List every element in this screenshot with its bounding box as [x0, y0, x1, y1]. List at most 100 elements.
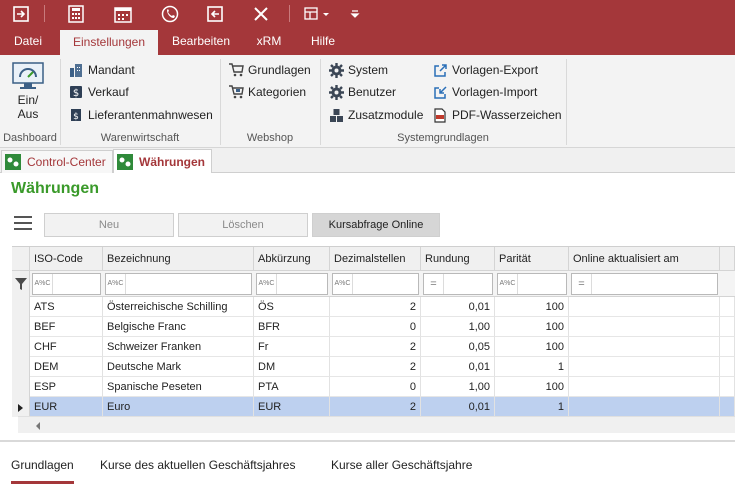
webshop-kategorien-button[interactable]: Kategorien: [228, 82, 306, 102]
rate-query-online-button[interactable]: Kursabfrage Online: [312, 213, 440, 237]
cell-paritaet[interactable]: 100: [495, 337, 569, 357]
cell-abkuerzung[interactable]: PTA: [254, 377, 330, 397]
filter-operator[interactable]: =: [572, 274, 592, 294]
column-header-abkuerzung[interactable]: Abkürzung: [254, 247, 330, 271]
cell-abkuerzung[interactable]: DM: [254, 357, 330, 377]
tab-kurse-aktuelles-geschaeftsjahr[interactable]: Kurse des aktuellen Geschäftsjahres: [100, 458, 295, 472]
cell-abkuerzung[interactable]: BFR: [254, 317, 330, 337]
column-header-paritaet[interactable]: Parität: [495, 247, 569, 271]
cell-iso-code[interactable]: ESP: [30, 377, 103, 397]
calculator-icon[interactable]: [65, 3, 87, 25]
mandant-button[interactable]: Mandant: [68, 60, 135, 80]
dashboard-toggle-button[interactable]: Ein/ Aus: [8, 61, 48, 129]
filter-operator[interactable]: =: [424, 274, 444, 294]
filter-operator[interactable]: A%C: [498, 274, 518, 294]
filter-abkuerzung[interactable]: A%C: [256, 273, 328, 295]
vorlagen-import-button[interactable]: Vorlagen-Import: [432, 82, 537, 102]
benutzer-button[interactable]: Benutzer: [328, 82, 396, 102]
cell-paritaet[interactable]: 1: [495, 397, 569, 417]
cell-rundung[interactable]: 0,05: [421, 337, 495, 357]
tab-datei[interactable]: Datei: [0, 28, 56, 55]
system-button[interactable]: System: [328, 60, 388, 80]
cell-filler: [720, 297, 735, 317]
cell-rundung[interactable]: 0,01: [421, 297, 495, 317]
cell-bezeichnung[interactable]: Spanische Peseten: [103, 377, 254, 397]
cell-iso-code[interactable]: CHF: [30, 337, 103, 357]
back-icon[interactable]: [204, 3, 226, 25]
calendar-icon[interactable]: [112, 3, 134, 25]
filter-paritaet[interactable]: A%C: [497, 273, 567, 295]
filter-rundung[interactable]: =: [423, 273, 493, 295]
tab-einstellungen[interactable]: Einstellungen: [60, 30, 158, 55]
filter-iso-code[interactable]: A%C: [32, 273, 101, 295]
cell-paritaet[interactable]: 1: [495, 357, 569, 377]
cell-online-aktualisiert[interactable]: [569, 397, 720, 417]
tab-kurse-alle-geschaeftsjahre[interactable]: Kurse aller Geschäftsjahre: [331, 458, 472, 472]
horizontal-scrollbar[interactable]: [18, 416, 735, 433]
cell-abkuerzung[interactable]: Fr: [254, 337, 330, 357]
cell-paritaet[interactable]: 100: [495, 317, 569, 337]
customize-icon[interactable]: [348, 3, 362, 25]
cell-rundung[interactable]: 0,01: [421, 357, 495, 377]
tab-bearbeiten[interactable]: Bearbeiten: [162, 28, 240, 55]
cell-online-aktualisiert[interactable]: [569, 297, 720, 317]
close-icon[interactable]: [250, 3, 272, 25]
cell-abkuerzung[interactable]: ÖS: [254, 297, 330, 317]
tab-hilfe[interactable]: Hilfe: [298, 28, 348, 55]
phone-icon[interactable]: [159, 3, 181, 25]
cell-online-aktualisiert[interactable]: [569, 377, 720, 397]
cell-iso-code[interactable]: DEM: [30, 357, 103, 377]
zusatzmodule-button[interactable]: Zusatzmodule: [328, 105, 423, 125]
cell-online-aktualisiert[interactable]: [569, 357, 720, 377]
exit-icon[interactable]: [10, 3, 32, 25]
filter-online-aktualisiert[interactable]: =: [571, 273, 718, 295]
verkauf-button[interactable]: $ Verkauf: [68, 82, 129, 102]
layout-dropdown-icon[interactable]: [303, 3, 333, 25]
filter-dezimalstellen[interactable]: A%C: [332, 273, 419, 295]
cell-paritaet[interactable]: 100: [495, 377, 569, 397]
delete-button[interactable]: Löschen: [178, 213, 308, 237]
column-header-rundung[interactable]: Rundung: [421, 247, 495, 271]
hamburger-menu-icon[interactable]: [14, 216, 32, 232]
cell-online-aktualisiert[interactable]: [569, 317, 720, 337]
filter-bezeichnung[interactable]: A%C: [105, 273, 252, 295]
scroll-left-icon[interactable]: [36, 422, 40, 430]
cell-bezeichnung[interactable]: Deutsche Mark: [103, 357, 254, 377]
cell-dezimalstellen[interactable]: 2: [330, 297, 421, 317]
filter-operator[interactable]: A%C: [106, 274, 126, 294]
webshop-grundlagen-button[interactable]: Grundlagen: [228, 60, 311, 80]
cell-bezeichnung[interactable]: Österreichische Schilling: [103, 297, 254, 317]
cell-bezeichnung[interactable]: Euro: [103, 397, 254, 417]
column-header-iso-code[interactable]: ISO-Code: [30, 247, 103, 271]
new-button[interactable]: Neu: [44, 213, 174, 237]
cell-dezimalstellen[interactable]: 2: [330, 337, 421, 357]
cell-iso-code[interactable]: BEF: [30, 317, 103, 337]
cell-rundung[interactable]: 1,00: [421, 377, 495, 397]
pdf-wasserzeichen-button[interactable]: PDF-Wasserzeichen: [432, 105, 562, 125]
cell-dezimalstellen[interactable]: 2: [330, 397, 421, 417]
cell-rundung[interactable]: 1,00: [421, 317, 495, 337]
cell-iso-code[interactable]: ATS: [30, 297, 103, 317]
doc-tab-waehrungen[interactable]: Währungen: [113, 149, 212, 173]
cell-abkuerzung[interactable]: EUR: [254, 397, 330, 417]
filter-operator[interactable]: A%C: [257, 274, 277, 294]
vorlagen-export-button[interactable]: Vorlagen-Export: [432, 60, 538, 80]
doc-tab-control-center[interactable]: Control-Center: [1, 150, 113, 173]
column-header-dezimalstellen[interactable]: Dezimalstellen: [330, 247, 421, 271]
cell-paritaet[interactable]: 100: [495, 297, 569, 317]
tab-xrm[interactable]: xRM: [244, 28, 294, 55]
cell-iso-code[interactable]: EUR: [30, 397, 103, 417]
tab-grundlagen[interactable]: Grundlagen: [11, 458, 74, 484]
cell-dezimalstellen[interactable]: 0: [330, 377, 421, 397]
column-header-online-aktualisiert[interactable]: Online aktualisiert am: [569, 247, 720, 271]
cell-bezeichnung[interactable]: Belgische Franc: [103, 317, 254, 337]
cell-bezeichnung[interactable]: Schweizer Franken: [103, 337, 254, 357]
lieferantenmahnwesen-button[interactable]: $ Lieferantenmahnwesen: [68, 105, 213, 125]
column-header-bezeichnung[interactable]: Bezeichnung: [103, 247, 254, 271]
filter-operator[interactable]: A%C: [33, 274, 53, 294]
cell-dezimalstellen[interactable]: 0: [330, 317, 421, 337]
cell-online-aktualisiert[interactable]: [569, 337, 720, 357]
cell-dezimalstellen[interactable]: 2: [330, 357, 421, 377]
cell-rundung[interactable]: 0,01: [421, 397, 495, 417]
filter-operator[interactable]: A%C: [333, 274, 353, 294]
